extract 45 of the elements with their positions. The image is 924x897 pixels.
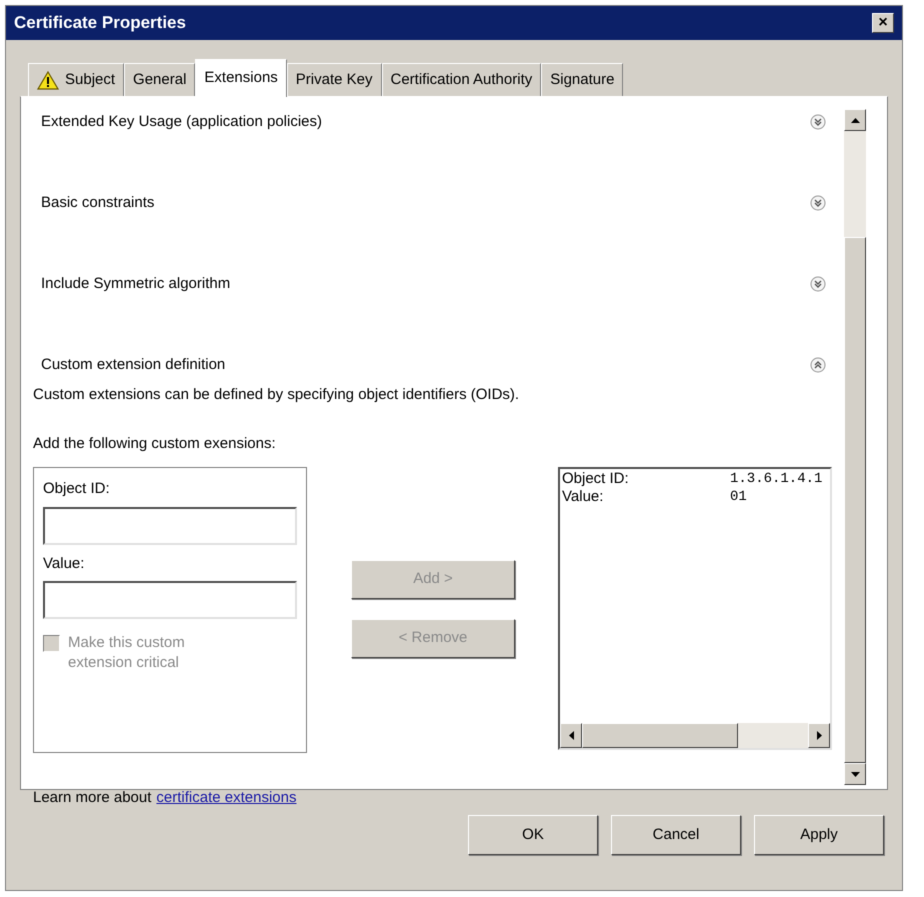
close-button[interactable]: × bbox=[872, 13, 894, 33]
list-label: Value: bbox=[562, 488, 604, 506]
field-label: Object ID: bbox=[43, 479, 111, 499]
list-label: Object ID: bbox=[562, 470, 630, 488]
scroll-right-button[interactable] bbox=[808, 723, 830, 748]
left-arrow-icon bbox=[568, 731, 574, 740]
window-title: Certificate Properties bbox=[14, 12, 186, 34]
checkbox-label: Make this custom extension critical bbox=[68, 633, 186, 673]
expand-icon[interactable] bbox=[810, 195, 826, 211]
help-text: Learn more about bbox=[33, 788, 152, 808]
tab[interactable]: Extensions bbox=[195, 59, 287, 97]
tab[interactable]: Signature bbox=[541, 63, 624, 96]
section-title: Basic constraints bbox=[41, 192, 154, 213]
down-arrow-icon bbox=[850, 772, 860, 776]
field-label: Value: bbox=[43, 554, 86, 574]
scroll-thumb[interactable] bbox=[844, 237, 866, 763]
scroll-up-button[interactable] bbox=[844, 109, 866, 131]
tab[interactable]: General bbox=[124, 63, 196, 96]
value-field[interactable] bbox=[43, 581, 297, 619]
collapse-icon[interactable] bbox=[810, 357, 826, 373]
object-id-field[interactable] bbox=[43, 506, 297, 544]
scroll-left-button[interactable] bbox=[560, 723, 582, 748]
tab[interactable]: Private Key bbox=[286, 63, 382, 96]
dialog-button[interactable]: Cancel bbox=[611, 815, 741, 855]
scroll-thumb[interactable] bbox=[582, 723, 738, 748]
section-title: Include Symmetric algorithm bbox=[41, 274, 230, 294]
horizontal-scrollbar[interactable] bbox=[560, 723, 830, 748]
vertical-scrollbar[interactable] bbox=[844, 109, 866, 785]
section-title: Custom extension definition bbox=[41, 354, 226, 375]
list-value: 1.3.6.1.4.1 bbox=[730, 470, 822, 488]
tab[interactable]: Subject bbox=[28, 63, 124, 96]
tab[interactable]: Certification Authority bbox=[382, 63, 542, 96]
help-link[interactable]: certificate extensions bbox=[156, 787, 296, 810]
dialog-button[interactable]: Apply bbox=[754, 815, 884, 855]
section-label: Add the following custom exensions: bbox=[33, 434, 277, 454]
scroll-down-button[interactable] bbox=[844, 763, 866, 785]
expand-icon[interactable] bbox=[810, 114, 826, 130]
section-title: Extended Key Usage (application policies) bbox=[41, 112, 322, 132]
dialog-button[interactable]: OK bbox=[468, 815, 598, 855]
description-text: Custom extensions can be defined by specifying object identifiers (OIDs). bbox=[33, 385, 520, 405]
list-value: 01 bbox=[730, 488, 747, 506]
up-arrow-icon bbox=[850, 118, 860, 122]
warning-icon bbox=[37, 70, 59, 90]
expand-icon[interactable] bbox=[810, 276, 826, 292]
right-arrow-icon bbox=[816, 731, 822, 740]
